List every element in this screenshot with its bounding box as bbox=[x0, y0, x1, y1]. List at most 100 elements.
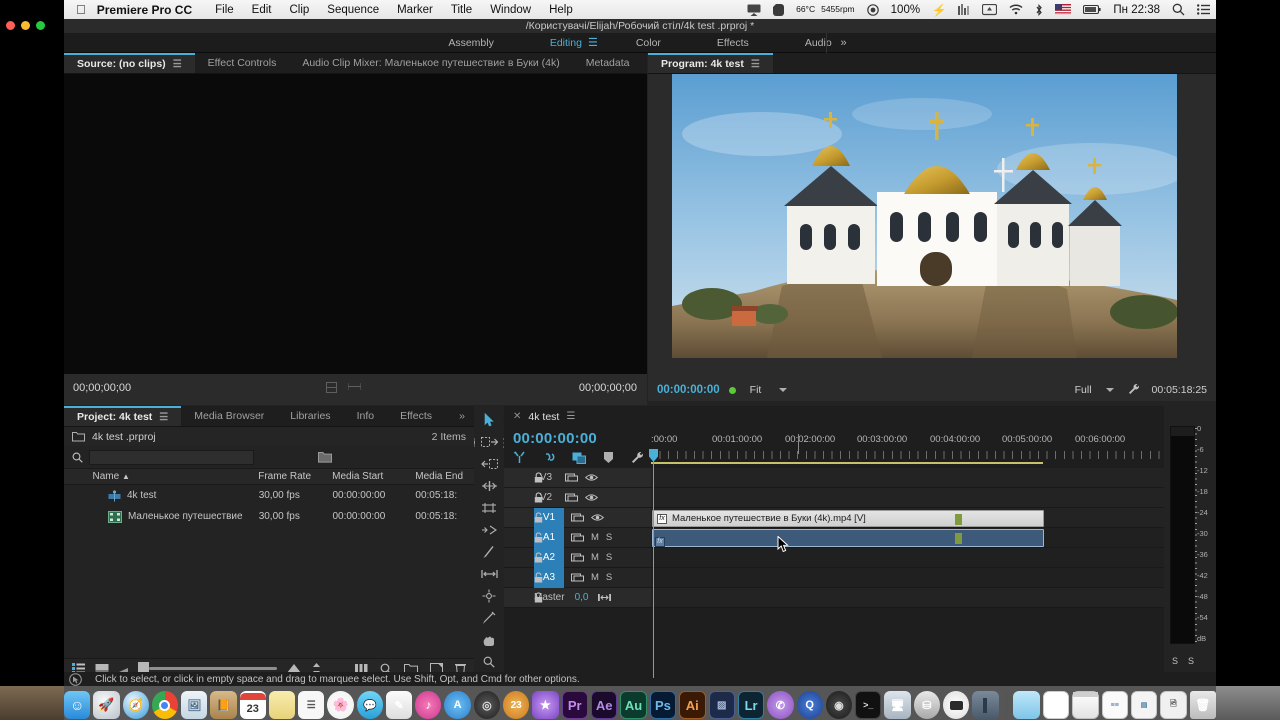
text-editor-icon[interactable]: ✎ bbox=[385, 691, 413, 719]
column-media-start[interactable]: Media Start bbox=[326, 471, 409, 482]
calendar-icon[interactable]: 23 bbox=[239, 691, 266, 719]
track-v1[interactable]: V1 fx Маленькое путешествие в Буки (4k).… bbox=[504, 507, 1164, 528]
battery-app-icon[interactable] bbox=[943, 691, 970, 719]
active-app-name[interactable]: Premiere Pro CC bbox=[97, 3, 206, 17]
razor-tool[interactable] bbox=[479, 522, 499, 537]
sync-lock-icon[interactable] bbox=[571, 513, 584, 523]
tab-metadata[interactable]: Metadata bbox=[573, 53, 643, 73]
chevron-down-icon[interactable] bbox=[779, 388, 788, 392]
solo-button[interactable]: S bbox=[606, 552, 612, 563]
menu-window[interactable]: Window bbox=[481, 4, 540, 16]
eye-icon[interactable] bbox=[585, 493, 598, 502]
column-media-end[interactable]: Media End bbox=[409, 471, 474, 482]
unknown-app-icon[interactable] bbox=[972, 691, 999, 719]
zoom-level-label[interactable]: Fit bbox=[750, 384, 762, 396]
marker-overlay-icon[interactable] bbox=[572, 451, 586, 464]
lock-icon[interactable] bbox=[534, 512, 543, 523]
preview-icon[interactable]: 🖼 bbox=[181, 691, 208, 719]
program-duration-timecode[interactable]: 00:05:18:25 bbox=[1152, 384, 1216, 396]
lock-icon[interactable] bbox=[534, 492, 543, 503]
track-v2[interactable]: V2 bbox=[504, 488, 1164, 508]
evernote-icon[interactable] bbox=[767, 3, 790, 16]
image-doc-icon[interactable]: 🖻 bbox=[1160, 691, 1187, 719]
hand-tool[interactable] bbox=[479, 610, 499, 625]
search-icon[interactable] bbox=[72, 452, 83, 463]
pen-tool[interactable] bbox=[479, 588, 499, 603]
document-icon[interactable] bbox=[1042, 691, 1070, 719]
linked-selection-icon[interactable] bbox=[543, 451, 555, 464]
wifi-icon[interactable] bbox=[1003, 4, 1029, 15]
meter-solo-right[interactable]: S bbox=[1188, 656, 1194, 666]
audition-icon[interactable]: Au bbox=[620, 691, 647, 719]
playback-quality-label[interactable]: Full bbox=[1075, 384, 1092, 396]
track-lane[interactable]: fx bbox=[651, 528, 1164, 547]
tab-effects[interactable]: Effects bbox=[387, 406, 445, 426]
menubar-clock[interactable]: Пн 22:38 bbox=[1107, 4, 1166, 16]
new-bin-icon[interactable] bbox=[318, 451, 332, 463]
track-master[interactable]: Master 0,0 bbox=[504, 588, 1164, 608]
meter-icon[interactable] bbox=[598, 593, 612, 602]
table-row[interactable]: Маленькое путешествие 30,00 fps 00:00:00… bbox=[64, 506, 474, 527]
add-marker-icon[interactable] bbox=[603, 451, 614, 464]
minimize-button[interactable] bbox=[21, 21, 30, 30]
sync-lock-icon[interactable] bbox=[571, 573, 584, 583]
apple-icon[interactable]:  bbox=[64, 3, 97, 16]
track-lane[interactable] bbox=[651, 588, 1164, 607]
display-icon[interactable] bbox=[976, 3, 1003, 16]
panel-menu-icon[interactable]: ☰ bbox=[751, 59, 760, 70]
window-doc-icon[interactable] bbox=[1072, 691, 1099, 719]
slide-tool[interactable] bbox=[479, 566, 499, 581]
track-lane[interactable] bbox=[651, 488, 1164, 507]
mute-button[interactable]: M bbox=[591, 572, 599, 583]
track-a2[interactable]: A2 M S bbox=[504, 547, 1164, 568]
sync-lock-icon[interactable] bbox=[571, 533, 584, 543]
row-name-cell[interactable]: 4k test bbox=[86, 489, 253, 502]
program-monitor-video[interactable] bbox=[672, 74, 1177, 358]
audio-meter-track[interactable] bbox=[1170, 426, 1195, 644]
eye-icon[interactable] bbox=[591, 513, 604, 522]
lightroom-icon[interactable]: Lr bbox=[737, 691, 765, 719]
airplay-icon[interactable] bbox=[741, 4, 767, 16]
menu-clip[interactable]: Clip bbox=[280, 4, 318, 16]
panel-menu-icon[interactable]: ☰ bbox=[173, 59, 182, 70]
clip-keyframe-marker[interactable] bbox=[955, 533, 962, 544]
track-lane[interactable] bbox=[651, 568, 1164, 587]
viber-icon[interactable]: ✆ bbox=[767, 691, 794, 719]
notes-icon[interactable] bbox=[268, 691, 296, 719]
istat-temperature[interactable]: 66°C 5455rpm bbox=[790, 5, 861, 14]
finder-icon[interactable]: ☺ bbox=[64, 691, 91, 719]
workspace-effects[interactable]: Effects bbox=[689, 33, 777, 53]
sync-lock-icon[interactable] bbox=[565, 473, 578, 483]
tab-effect-controls[interactable]: Effect Controls bbox=[195, 53, 290, 73]
menu-edit[interactable]: Edit bbox=[243, 4, 281, 16]
track-a1[interactable]: A1 M S fx bbox=[504, 527, 1164, 548]
timeline-settings-icon[interactable] bbox=[631, 451, 644, 464]
downloads-folder-icon[interactable] bbox=[1013, 691, 1040, 719]
menu-marker[interactable]: Marker bbox=[388, 4, 442, 16]
track-lane[interactable] bbox=[651, 548, 1164, 567]
lock-icon[interactable] bbox=[534, 592, 543, 603]
tab-program[interactable]: Program: 4k test ☰ bbox=[648, 53, 773, 73]
track-select-forward-tool[interactable] bbox=[479, 434, 499, 449]
solo-button[interactable]: S bbox=[606, 532, 612, 543]
opera-icon[interactable]: ◎ bbox=[473, 691, 501, 719]
work-area-bar[interactable] bbox=[651, 462, 1043, 465]
source-monitor-canvas[interactable] bbox=[64, 74, 647, 374]
row-name-cell[interactable]: Маленькое путешествие bbox=[86, 510, 253, 523]
selection-tool[interactable] bbox=[479, 412, 499, 427]
after-effects-icon[interactable]: Ae bbox=[590, 691, 618, 719]
fx-badge-icon[interactable]: fx bbox=[657, 513, 667, 524]
timeline-clip-video[interactable]: fx Маленькое путешествие в Буки (4k).mp4… bbox=[652, 510, 1044, 527]
rolling-edit-tool[interactable] bbox=[479, 478, 499, 493]
menu-file[interactable]: File bbox=[206, 4, 243, 16]
photos-icon[interactable]: 🌸 bbox=[327, 691, 354, 719]
chevron-down-icon[interactable] bbox=[1105, 388, 1114, 392]
tab-source[interactable]: Source: (no clips) ☰ bbox=[64, 53, 195, 73]
bluetooth-icon[interactable] bbox=[1029, 3, 1049, 16]
slip-tool[interactable] bbox=[479, 544, 499, 559]
lock-icon[interactable] bbox=[534, 472, 543, 483]
record-icon[interactable] bbox=[861, 3, 885, 16]
menu-sequence[interactable]: Sequence bbox=[318, 4, 388, 16]
terminal-icon[interactable]: >_ bbox=[855, 691, 882, 719]
equalizer-icon[interactable] bbox=[952, 4, 976, 15]
